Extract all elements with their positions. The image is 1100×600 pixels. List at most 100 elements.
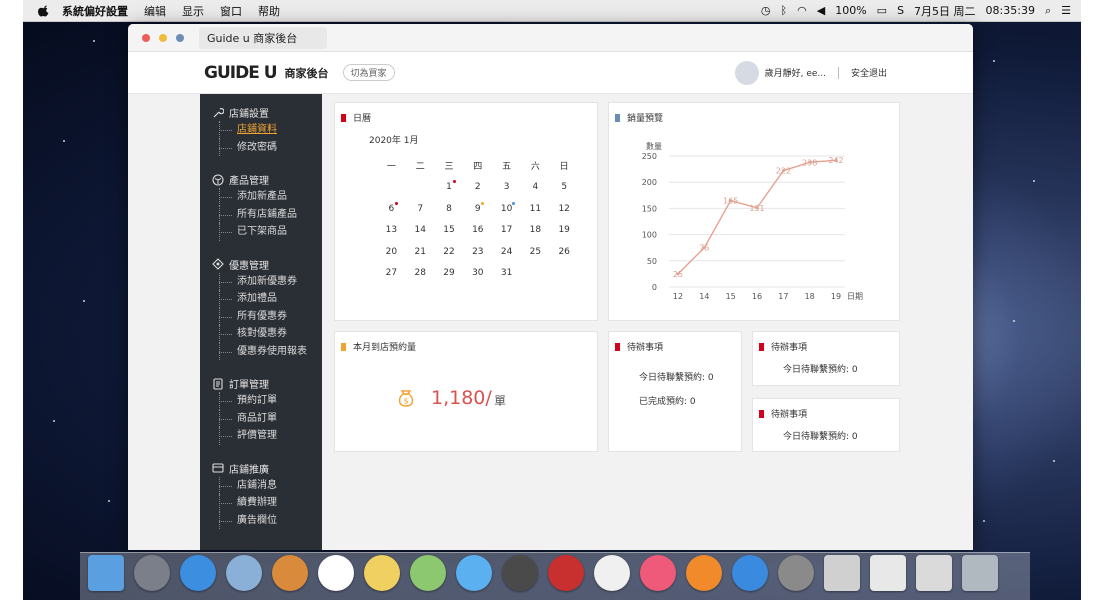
launchpad-icon[interactable] [134,555,170,591]
sidebar-group-title[interactable]: 產品管理 [200,171,322,188]
notification-center-icon[interactable]: ☰ [1061,4,1071,17]
calendar-day[interactable]: 20 [377,247,406,257]
site-logo[interactable]: GUIDE U [204,63,278,83]
calendar-day[interactable]: 7 [406,204,435,214]
sales-chart-card: 銷量預覽 0 50 100 150 200 250 數量 12 14 15 16 17 18 19 日期 25… [608,102,900,321]
trash-icon[interactable] [962,555,998,591]
calendar-day[interactable]: 13 [377,225,406,235]
calendar-day[interactable]: 26 [550,247,579,257]
calendar-day[interactable]: 1 [435,180,464,192]
zoom-window-button[interactable] [176,33,184,42]
sidebar-group-title[interactable]: 優惠管理 [200,256,322,273]
calendar-icon[interactable] [318,555,354,591]
calendar-day[interactable]: 8 [435,204,464,214]
calendar-day[interactable]: 10 [492,201,521,214]
calendar-day[interactable]: 19 [550,225,579,235]
documents-icon[interactable] [916,555,952,591]
calendar-day[interactable]: 23 [463,247,492,257]
calendar-day[interactable]: 21 [406,247,435,257]
maps-icon[interactable] [410,555,446,591]
calendar-day[interactable]: 9 [463,201,492,214]
app-store-icon[interactable] [732,555,768,591]
wifi-icon[interactable]: ◠ [797,4,807,17]
sidebar-group-title[interactable]: 店鋪設置 [200,104,322,121]
sidebar-item-reviews[interactable]: 評價管理 [200,427,322,445]
mail-icon[interactable] [226,555,262,591]
sidebar-item-product-orders[interactable]: 商品訂單 [200,409,322,428]
sidebar-item-add-coupon[interactable]: 添加新優惠券 [200,272,322,291]
calendar-day[interactable]: 27 [377,268,406,278]
contacts-icon[interactable] [272,555,308,591]
facetime-icon[interactable] [502,555,538,591]
menu-app-name[interactable]: 系統偏好設置 [62,3,128,19]
logout-link[interactable]: 安全退出 [851,66,887,79]
switch-to-buyer-button[interactable]: 切為買家 [342,64,395,81]
close-window-button[interactable] [142,33,150,42]
calendar-day[interactable]: 28 [406,268,435,278]
calendar-day[interactable]: 18 [521,225,550,235]
calendar-day[interactable]: 16 [463,225,492,235]
minimize-window-button[interactable] [159,33,167,42]
notes-icon[interactable] [364,555,400,591]
calendar-day[interactable]: 25 [521,247,550,257]
input-source-icon[interactable]: S [897,4,904,17]
menu-item-edit[interactable]: 编辑 [144,3,166,19]
calendar-day[interactable]: 24 [492,247,521,257]
clock-icon[interactable]: ◷ [761,4,771,17]
finder-icon[interactable] [88,555,124,591]
apple-icon[interactable] [38,5,50,17]
menubar-time[interactable]: 08:35:39 [986,4,1035,17]
system-preferences-icon[interactable] [778,555,814,591]
itunes-icon[interactable] [640,555,676,591]
calendar-day[interactable]: 12 [550,204,579,214]
calendar-day[interactable]: 5 [550,182,579,192]
spotlight-icon[interactable]: ⌕ [1045,4,1051,18]
calendar-day[interactable]: 3 [492,182,521,192]
calendar-day[interactable]: 30 [463,268,492,278]
calendar-day[interactable]: 29 [435,268,464,278]
safari-icon[interactable] [180,555,216,591]
calendar-day[interactable]: 4 [521,182,550,192]
calendar-day[interactable]: 11 [521,204,550,214]
ibooks-icon[interactable] [686,555,722,591]
sidebar-item-all-products[interactable]: 所有店鋪產品 [200,205,322,224]
sidebar-item-add-gift[interactable]: 添加禮品 [200,290,322,308]
avatar[interactable] [734,60,759,85]
sidebar-item-delisted-products[interactable]: 已下架商品 [200,223,322,241]
sidebar-item-ad-slots[interactable]: 廣告欄位 [200,511,322,530]
sidebar-item-store-news[interactable]: 店鋪消息 [200,476,322,495]
photos-icon[interactable] [594,555,630,591]
archive-icon[interactable] [824,555,860,591]
bluetooth-icon[interactable]: ᛒ [781,4,788,17]
calendar-day[interactable]: 6 [377,201,406,214]
volume-icon[interactable]: ◀ [817,4,825,17]
messages-icon[interactable] [456,555,492,591]
user-greeting[interactable]: 歲月靜好, ee... [765,66,826,79]
menu-item-window[interactable]: 窗口 [220,3,242,19]
sidebar-group-title[interactable]: 店鋪推廣 [200,460,322,477]
battery-label[interactable]: 100% [835,4,866,17]
calendar-day[interactable]: 31 [492,268,521,278]
browser-tab[interactable]: Guide u 商家後台 [199,26,328,49]
calendar-day[interactable]: 22 [435,247,464,257]
sidebar-item-booking-orders[interactable]: 預約訂單 [200,392,322,410]
calendar-day[interactable]: 17 [492,225,521,235]
calendar-day[interactable]: 2 [463,182,492,192]
battery-icon[interactable]: ▭ [877,4,887,17]
sidebar-item-change-password[interactable]: 修改密碼 [200,138,322,157]
calendar-day[interactable]: 15 [435,225,464,235]
calendar-day[interactable]: 14 [406,225,435,235]
menubar-date[interactable]: 7月5日 周二 [914,3,976,19]
browser-window: Guide u 商家後台 GUIDE U 商家後台 切為買家 歲月靜好, ee.… [128,24,973,550]
sidebar-item-renewal[interactable]: 續費辦理 [200,494,322,512]
photo-booth-icon[interactable] [548,555,584,591]
sidebar-item-store-info[interactable]: 店鋪資料 [200,121,322,139]
sidebar-group-title[interactable]: 訂單管理 [200,375,322,392]
sidebar-item-add-product[interactable]: 添加新產品 [200,188,322,206]
menu-item-help[interactable]: 帮助 [258,3,280,19]
menu-item-view[interactable]: 显示 [182,3,204,19]
sidebar-item-coupon-report[interactable]: 優惠券使用報表 [200,342,322,361]
sidebar-item-verify-coupon[interactable]: 核對優惠券 [200,325,322,343]
sidebar-item-all-coupons[interactable]: 所有優惠券 [200,307,322,326]
downloads-icon[interactable] [870,555,906,591]
